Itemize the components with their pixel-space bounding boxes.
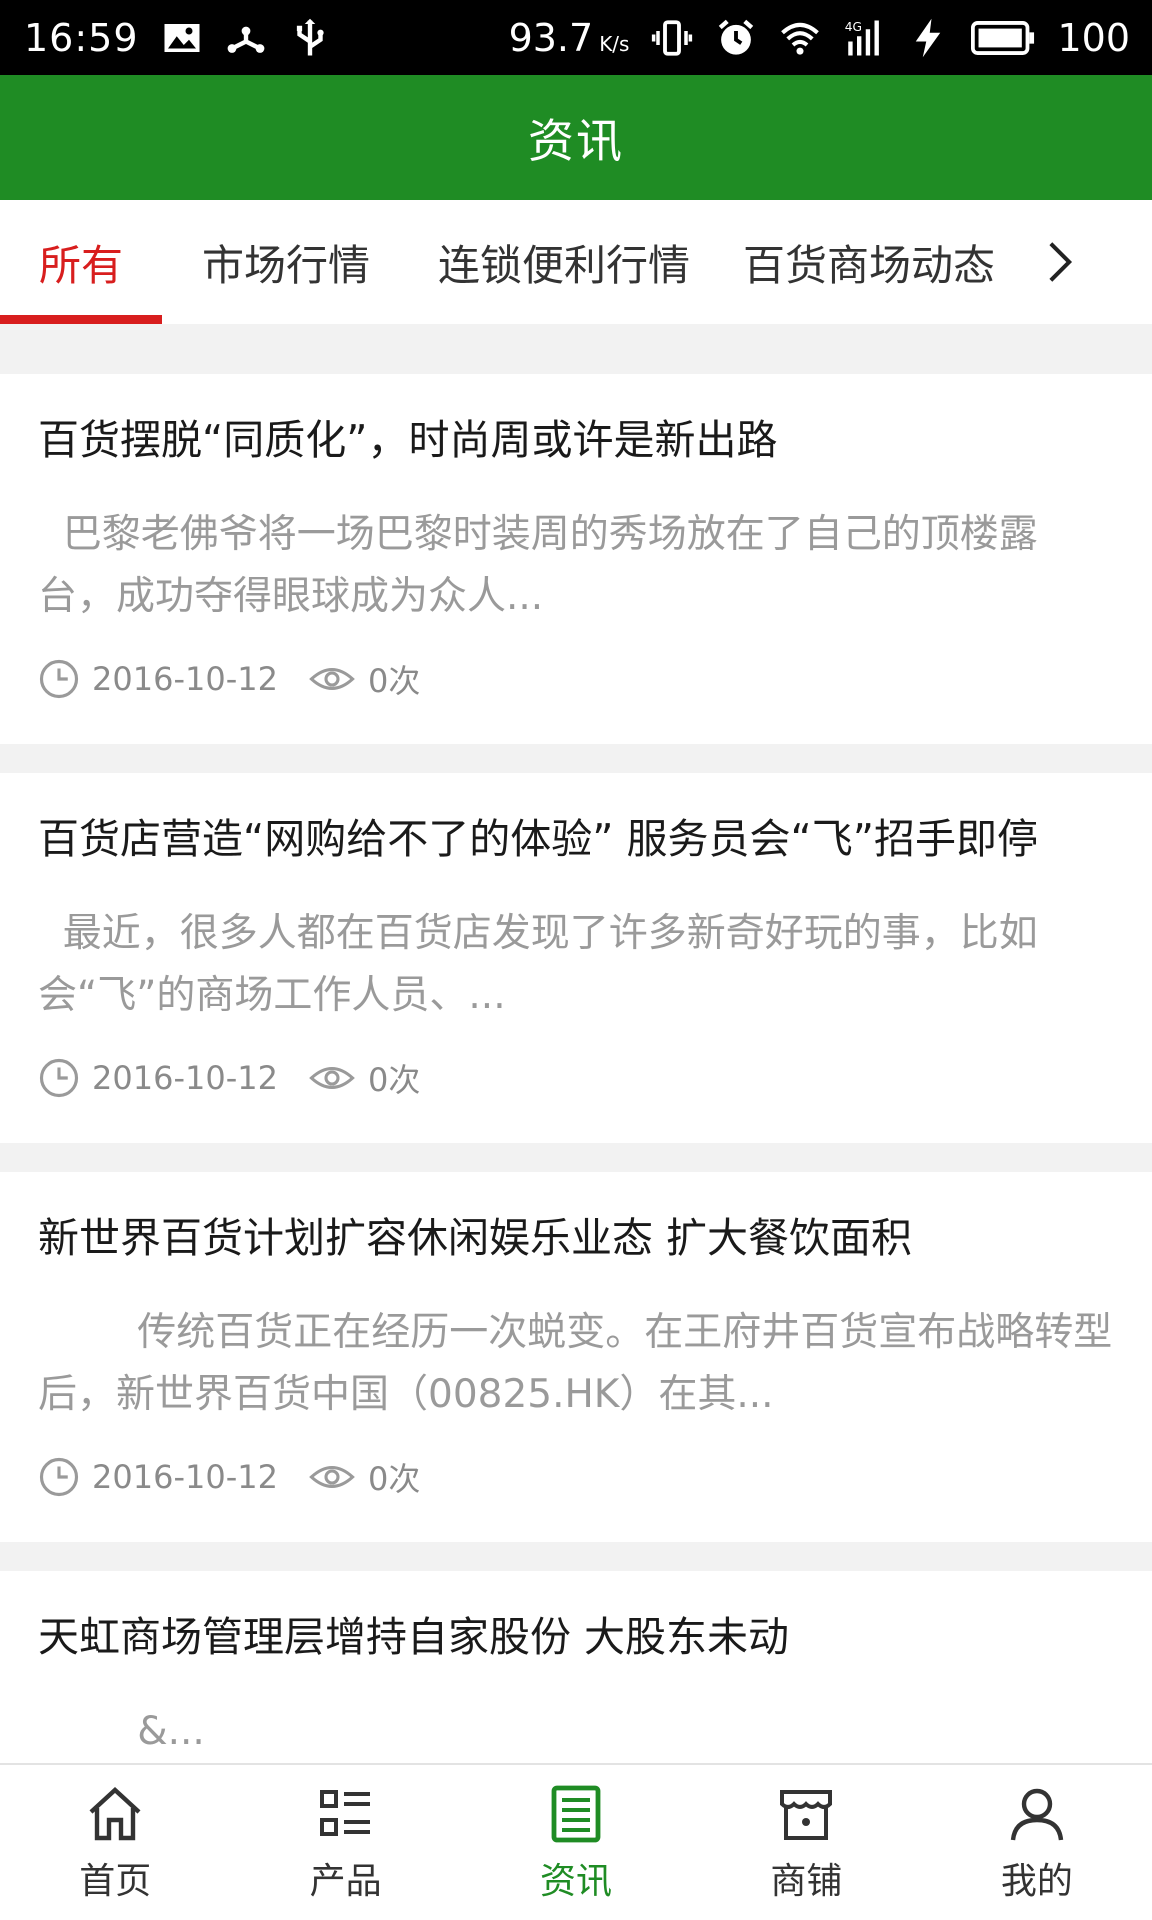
article-meta: 2016-10-12 0次	[38, 1454, 1114, 1500]
signal-4g-icon: 4G	[843, 17, 885, 59]
usb-icon	[289, 17, 331, 59]
article-title: 天虹商场管理层增持自家股份 大股东未动	[38, 1613, 790, 1661]
battery-icon	[971, 17, 1035, 59]
nav-label: 首页	[79, 1860, 152, 1902]
network-share-icon	[225, 17, 267, 59]
article-meta: 2016-10-12 0次	[38, 1055, 1114, 1101]
battery-level: 100	[1057, 15, 1130, 60]
shop-icon	[774, 1782, 838, 1846]
user-icon	[1005, 1782, 1069, 1846]
status-time: 16:59	[24, 15, 139, 60]
tabs-more-button[interactable]	[1020, 200, 1100, 324]
vibrate-icon	[651, 17, 693, 59]
article-views: 0次	[367, 1460, 421, 1498]
nav-home[interactable]: 首页	[0, 1765, 230, 1920]
article-date: 2016-10-12	[92, 1458, 278, 1496]
nav-products[interactable]: 产品	[230, 1765, 460, 1920]
list-icon	[314, 1782, 378, 1846]
page-title: 资讯	[528, 113, 624, 168]
app-header: 资讯	[0, 75, 1152, 200]
article-item[interactable]: 百货摆脱“同质化”，时尚周或许是新出路 巴黎老佛爷将一场巴黎时装周的秀场放在了自…	[0, 374, 1152, 744]
alarm-icon	[715, 17, 757, 59]
tab-department-store[interactable]: 百货商场动态	[718, 200, 1020, 324]
status-bar: 16:59 93.7 K/s 4G 100	[0, 0, 1152, 75]
article-summary: 最近，很多人都在百货店发现了许多新奇好玩的事，比如会“飞”的商场工作人员、...	[38, 911, 1038, 1018]
home-icon	[83, 1782, 147, 1846]
nav-label: 商铺	[770, 1860, 843, 1902]
news-icon	[544, 1782, 608, 1846]
eye-icon	[308, 658, 356, 700]
image-icon	[161, 17, 203, 59]
bottom-nav: 首页 产品 资讯 商铺 我的	[0, 1763, 1152, 1920]
article-meta: 2016-10-12 0次	[38, 656, 1114, 702]
article-views: 0次	[367, 662, 421, 700]
eye-icon	[308, 1456, 356, 1498]
speed-unit: K/s	[599, 31, 630, 56]
article-item[interactable]: 百货店营造“网购给不了的体验” 服务员会“飞”招手即停 最近，很多人都在百货店发…	[0, 773, 1152, 1143]
article-summary: 巴黎老佛爷将一场巴黎时装周的秀场放在了自己的顶楼露台，成功夺得眼球成为众人...	[38, 512, 1038, 619]
category-tab-bar: 所有 市场行情 连锁便利行情 百货商场动态	[0, 200, 1152, 324]
article-title: 百货店营造“网购给不了的体验” 服务员会“飞”招手即停	[38, 815, 1038, 863]
article-list: 百货摆脱“同质化”，时尚周或许是新出路 巴黎老佛爷将一场巴黎时装周的秀场放在了自…	[0, 374, 1152, 1920]
network-speed: 93.7 K/s	[509, 16, 630, 60]
article-views: 0次	[367, 1061, 421, 1099]
article-date: 2016-10-12	[92, 660, 278, 698]
clock-icon	[38, 1456, 80, 1498]
clock-icon	[38, 658, 80, 700]
charging-icon	[907, 17, 949, 59]
article-date: 2016-10-12	[92, 1059, 278, 1097]
nav-shops[interactable]: 商铺	[691, 1765, 921, 1920]
nav-label: 资讯	[540, 1860, 613, 1902]
tab-market[interactable]: 市场行情	[162, 200, 410, 324]
article-item[interactable]: 新世界百货计划扩容休闲娱乐业态 扩大餐饮面积 传统百货正在经历一次蜕变。在王府井…	[0, 1172, 1152, 1542]
article-title: 新世界百货计划扩容休闲娱乐业态 扩大餐饮面积	[38, 1214, 913, 1262]
nav-label: 产品	[309, 1860, 382, 1902]
speed-value: 93.7	[508, 15, 594, 60]
nav-news[interactable]: 资讯	[461, 1765, 691, 1920]
article-summary: 传统百货正在经历一次蜕变。在王府井百货宣布战略转型后，新世界百货中国（00825…	[38, 1310, 1113, 1417]
chevron-right-icon	[1049, 242, 1073, 282]
nav-label: 我的	[1000, 1860, 1073, 1902]
article-title: 百货摆脱“同质化”，时尚周或许是新出路	[38, 416, 778, 464]
wifi-icon	[779, 17, 821, 59]
svg-text:4G: 4G	[845, 20, 862, 34]
tab-convenience-chain[interactable]: 连锁便利行情	[410, 200, 718, 324]
tab-all[interactable]: 所有	[0, 200, 162, 324]
nav-mine[interactable]: 我的	[922, 1765, 1152, 1920]
eye-icon	[308, 1057, 356, 1099]
clock-icon	[38, 1057, 80, 1099]
